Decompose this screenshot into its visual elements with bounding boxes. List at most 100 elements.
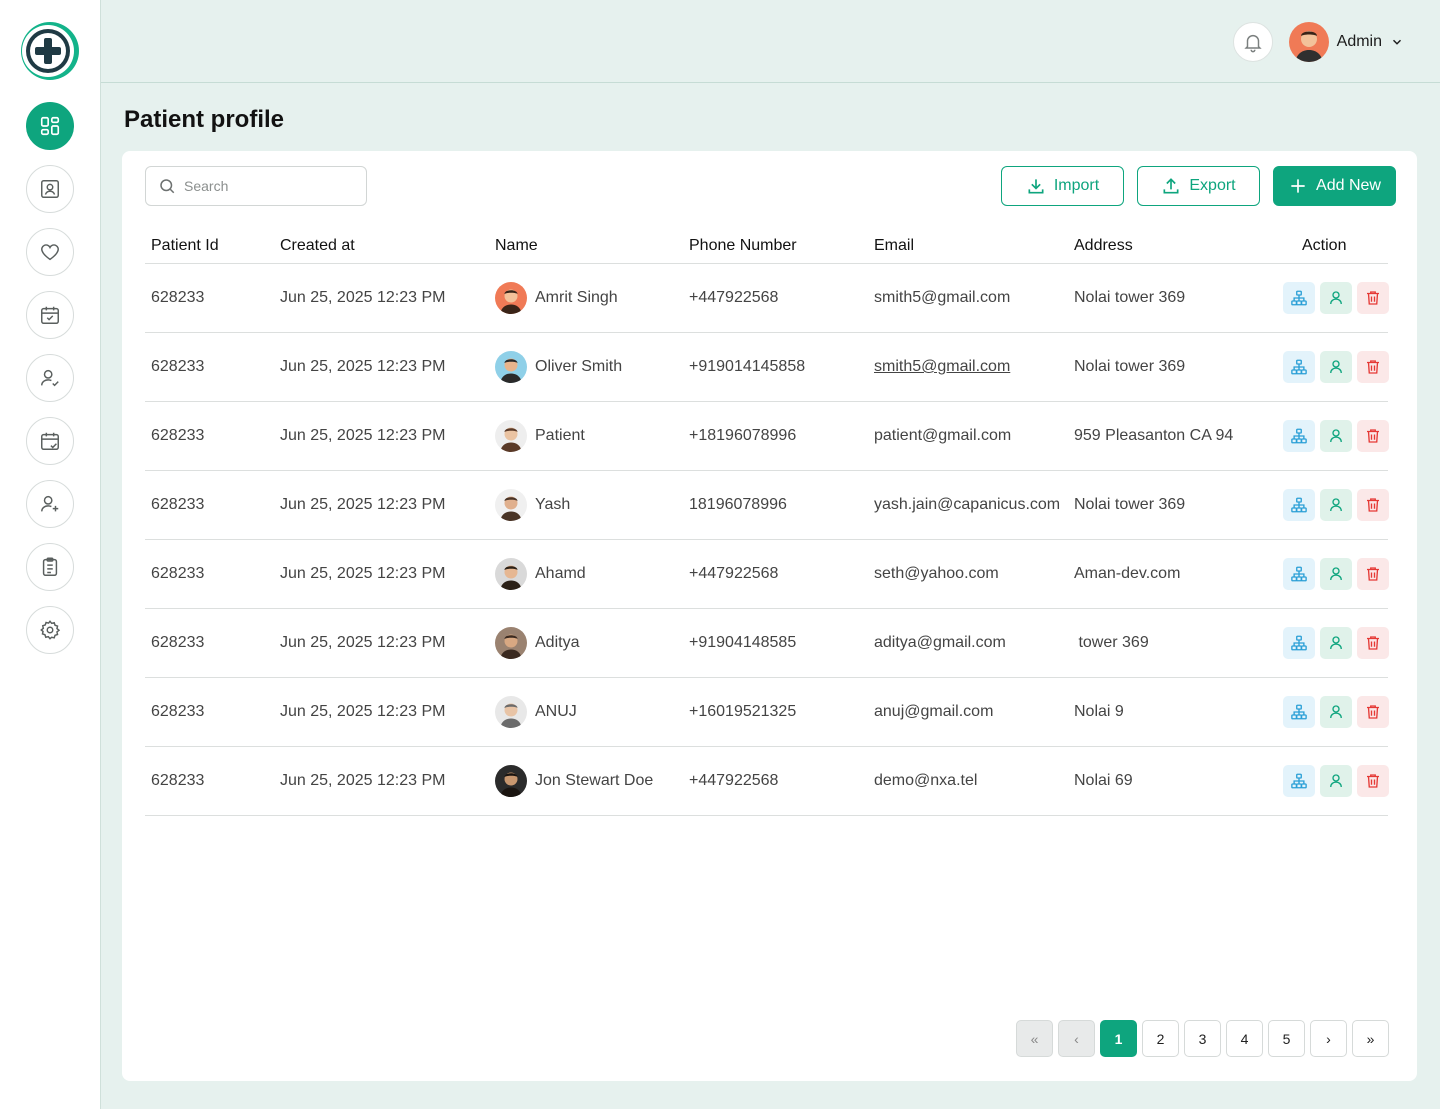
- search-box[interactable]: [145, 166, 367, 206]
- user-name: Admin: [1336, 33, 1382, 50]
- view-profile-button[interactable]: [1320, 765, 1352, 797]
- hierarchy-button[interactable]: [1283, 696, 1315, 728]
- patient-id: 628233: [151, 565, 205, 582]
- hierarchy-button[interactable]: [1283, 420, 1315, 452]
- app-logo[interactable]: [20, 21, 80, 81]
- nav-reports[interactable]: [26, 543, 74, 591]
- page-button-3[interactable]: 3: [1184, 1020, 1221, 1057]
- user-check-icon: [41, 369, 59, 387]
- column-created-at[interactable]: Created at: [280, 237, 355, 255]
- last-page-button[interactable]: »: [1352, 1020, 1389, 1057]
- delete-button[interactable]: [1357, 351, 1389, 383]
- notifications-button[interactable]: [1233, 22, 1273, 62]
- hierarchy-button[interactable]: [1283, 282, 1315, 314]
- nav-appointments[interactable]: [26, 291, 74, 339]
- patient-name: Oliver Smith: [535, 358, 623, 375]
- patient-name: Aditya: [535, 634, 580, 651]
- page-button-1[interactable]: 1: [1100, 1020, 1137, 1057]
- add-new-label: Add New: [1316, 177, 1381, 194]
- view-profile-button[interactable]: [1320, 420, 1352, 452]
- row-actions: [1283, 678, 1389, 746]
- page-button-5[interactable]: 5: [1268, 1020, 1305, 1057]
- nav-dashboard[interactable]: [26, 102, 74, 150]
- trash-icon: [1367, 429, 1379, 443]
- view-profile-button[interactable]: [1320, 558, 1352, 590]
- export-button[interactable]: Export: [1137, 166, 1260, 206]
- delete-button[interactable]: [1357, 420, 1389, 452]
- table-row[interactable]: 628233 Jun 25, 2025 12:23 PM Aditya +919041…: [145, 609, 1389, 678]
- nav-health[interactable]: [26, 228, 74, 276]
- view-profile-button[interactable]: [1320, 282, 1352, 314]
- hierarchy-icon: [1291, 359, 1307, 375]
- avatar: [495, 558, 527, 590]
- first-page-button[interactable]: «: [1016, 1020, 1053, 1057]
- calendar-check-icon: [41, 306, 59, 324]
- hierarchy-button[interactable]: [1283, 765, 1315, 797]
- row-actions: [1283, 471, 1389, 539]
- delete-button[interactable]: [1357, 282, 1389, 314]
- hierarchy-icon: [1291, 635, 1307, 651]
- import-label: Import: [1053, 177, 1100, 194]
- dashboard-icon: [40, 116, 60, 136]
- import-button[interactable]: Import: [1001, 166, 1124, 206]
- table-row[interactable]: 628233 Jun 25, 2025 12:23 PM Ahamd +4479225…: [145, 540, 1389, 609]
- nav-settings[interactable]: [26, 606, 74, 654]
- page-button-2[interactable]: 2: [1142, 1020, 1179, 1057]
- patient-id: 628233: [151, 427, 205, 444]
- delete-button[interactable]: [1357, 627, 1389, 659]
- view-profile-button[interactable]: [1320, 627, 1352, 659]
- trash-icon: [1367, 291, 1379, 305]
- delete-button[interactable]: [1357, 696, 1389, 728]
- user-icon: [1330, 705, 1342, 719]
- delete-button[interactable]: [1357, 765, 1389, 797]
- column-patient-id[interactable]: Patient Id: [151, 237, 219, 255]
- column-address[interactable]: Address: [1074, 237, 1133, 255]
- table-row[interactable]: 628233 Jun 25, 2025 12:23 PM Oliver Smith +…: [145, 333, 1389, 402]
- avatar: [495, 351, 527, 383]
- calendar-check-icon: [41, 432, 59, 450]
- phone-number: +91904148585: [689, 634, 797, 651]
- created-at: Jun 25, 2025 12:23 PM: [280, 358, 446, 375]
- table-row[interactable]: 628233 Jun 25, 2025 12:23 PM ANUJ +16019521…: [145, 678, 1389, 747]
- address: Nolai 9: [1074, 703, 1124, 720]
- patient-id: 628233: [151, 289, 205, 306]
- pagination: « ‹ 1 2 3 4 5 › »: [1016, 1020, 1389, 1057]
- hierarchy-icon: [1291, 290, 1307, 306]
- user-menu[interactable]: Admin: [1288, 22, 1404, 62]
- nav-doctors[interactable]: [26, 354, 74, 402]
- row-actions: [1283, 333, 1389, 401]
- next-page-button[interactable]: ›: [1310, 1020, 1347, 1057]
- address: Nolai tower 369: [1074, 289, 1186, 306]
- page-button-4[interactable]: 4: [1226, 1020, 1263, 1057]
- column-phone[interactable]: Phone Number: [689, 237, 797, 255]
- patients-table: Patient Id Created at Name Phone Number …: [145, 227, 1389, 816]
- column-name[interactable]: Name: [495, 237, 538, 255]
- table-row[interactable]: 628233 Jun 25, 2025 12:23 PM Amrit Singh +4…: [145, 264, 1389, 333]
- delete-button[interactable]: [1357, 489, 1389, 521]
- table-row[interactable]: 628233 Jun 25, 2025 12:23 PM Patient +18196…: [145, 402, 1389, 471]
- column-email[interactable]: Email: [874, 237, 914, 255]
- email[interactable]: smith5@gmail.com: [874, 333, 1010, 401]
- hierarchy-button[interactable]: [1283, 489, 1315, 521]
- view-profile-button[interactable]: [1320, 351, 1352, 383]
- hierarchy-icon: [1291, 566, 1307, 582]
- hierarchy-button[interactable]: [1283, 627, 1315, 659]
- prev-page-button[interactable]: ‹: [1058, 1020, 1095, 1057]
- search-input[interactable]: [184, 178, 354, 194]
- nav-add-user[interactable]: [26, 480, 74, 528]
- view-profile-button[interactable]: [1320, 489, 1352, 521]
- user-icon: [1330, 360, 1342, 374]
- phone-number: 18196078996: [689, 496, 787, 513]
- hierarchy-icon: [1291, 497, 1307, 513]
- table-row[interactable]: 628233 Jun 25, 2025 12:23 PM Jon Stewart D…: [145, 747, 1389, 816]
- delete-button[interactable]: [1357, 558, 1389, 590]
- nav-patient-profile[interactable]: [26, 165, 74, 213]
- hierarchy-button[interactable]: [1283, 351, 1315, 383]
- nav-schedule[interactable]: [26, 417, 74, 465]
- add-new-button[interactable]: Add New: [1273, 166, 1396, 206]
- hierarchy-button[interactable]: [1283, 558, 1315, 590]
- table-row[interactable]: 628233 Jun 25, 2025 12:23 PM Yash 181960789…: [145, 471, 1389, 540]
- hierarchy-icon: [1291, 773, 1307, 789]
- view-profile-button[interactable]: [1320, 696, 1352, 728]
- address: Nolai 69: [1074, 772, 1133, 789]
